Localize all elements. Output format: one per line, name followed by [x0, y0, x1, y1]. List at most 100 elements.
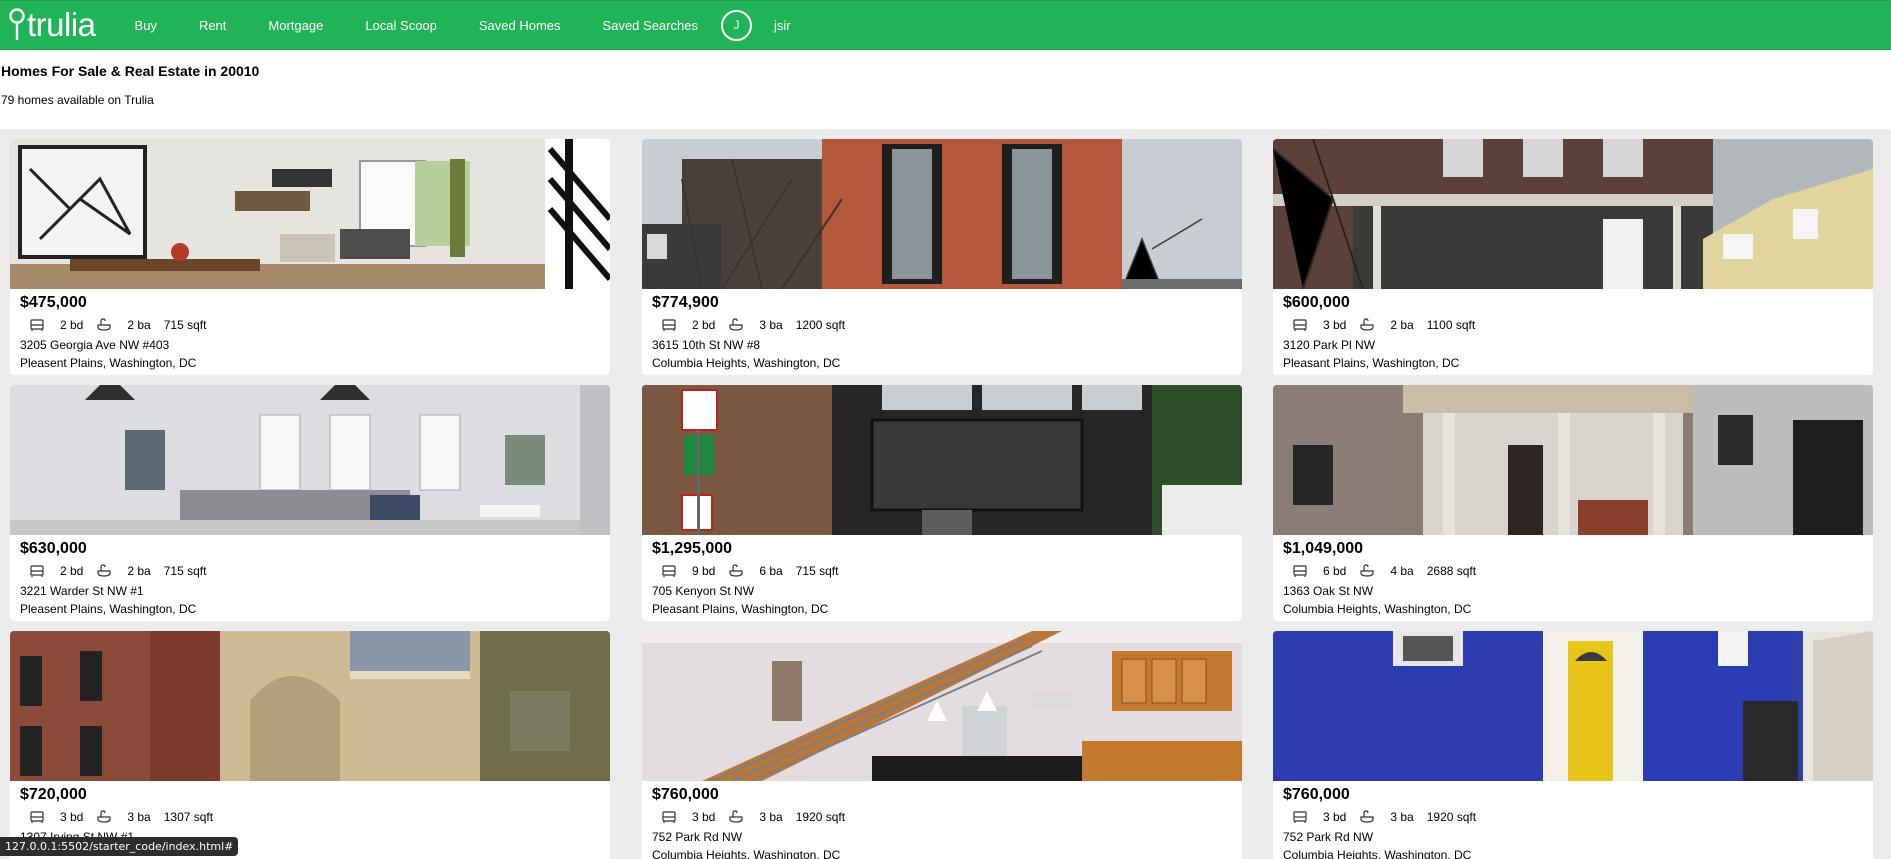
listing-price: $774,900	[652, 294, 719, 311]
listing-price: $1,295,000	[652, 540, 733, 557]
listing-price: $720,000	[20, 786, 87, 803]
bath-icon	[97, 810, 111, 823]
listing-locality: Columbia Heights, Washington, DC	[652, 356, 841, 370]
listing-specs: 6 bd 4 ba 2688 sqft	[1292, 563, 1489, 579]
listing-photo[interactable]	[642, 139, 1242, 289]
baths: 3 ba	[759, 810, 783, 824]
bed-icon	[1293, 811, 1307, 823]
listing-price: $600,000	[1283, 294, 1350, 311]
bath-icon	[1360, 318, 1374, 331]
user-avatar[interactable]: J	[720, 9, 752, 41]
location-pin-icon	[9, 8, 25, 40]
listing-street[interactable]: 3120 Park Pl NW	[1283, 338, 1375, 352]
listing-price: $630,000	[20, 540, 87, 557]
nav-mortgage[interactable]: Mortgage	[268, 18, 323, 33]
listing-specs: 2 bd 3 ba 1200 sqft	[661, 317, 858, 333]
baths: 3 ba	[1390, 810, 1414, 824]
listing-street[interactable]: 752 Park Rd NW	[652, 830, 742, 844]
results-header: Homes For Sale & Real Estate in 20010 79…	[0, 51, 1891, 128]
baths: 2 ba	[127, 318, 151, 332]
listing-specs: 2 bd 2 ba 715 sqft	[29, 563, 219, 579]
listing-photo[interactable]	[642, 385, 1242, 535]
username-link[interactable]: jsir	[774, 18, 791, 33]
beds: 6 bd	[1323, 564, 1347, 578]
listing-price: $475,000	[20, 294, 87, 311]
beds: 2 bd	[692, 318, 716, 332]
listing-photo[interactable]	[642, 631, 1242, 781]
listing-locality: Columbia Heights, Washington, DC	[1283, 602, 1472, 616]
listing-street[interactable]: 3615 10th St NW #8	[652, 338, 760, 352]
listing-specs: 2 bd 2 ba 715 sqft	[29, 317, 219, 333]
bed-icon	[1293, 565, 1307, 577]
sqft: 1920 sqft	[1426, 810, 1477, 824]
browser-status-url: 127.0.0.1:5502/starter_code/index.html#	[0, 837, 239, 856]
listing-specs: 3 bd 2 ba 1100 sqft	[1292, 317, 1488, 333]
bed-icon	[662, 319, 676, 331]
listing-card[interactable]: $1,049,000 6 bd 4 ba 2688 sqft 1363 Oak …	[1273, 385, 1873, 621]
listing-street[interactable]: 3205 Georgia Ave NW #403	[20, 338, 169, 352]
listing-street[interactable]: 752 Park Rd NW	[1283, 830, 1373, 844]
listing-locality: Pleasent Plains, Washington, DC	[20, 356, 197, 370]
baths: 2 ba	[127, 564, 151, 578]
listing-locality: Columbia Heights, Washington, DC	[652, 848, 841, 859]
listing-card[interactable]: $760,000 3 bd 3 ba 1920 sqft 752 Park Rd…	[1273, 631, 1873, 859]
listing-locality: Pleasant Plains, Washington, DC	[1283, 356, 1460, 370]
trulia-logo[interactable]: trulia	[8, 0, 96, 50]
nav-buy[interactable]: Buy	[135, 18, 157, 33]
listing-card[interactable]: $720,000 3 bd 3 ba 1307 sqft 1307 Irving…	[10, 631, 610, 859]
baths: 2 ba	[1390, 318, 1414, 332]
listing-photo[interactable]	[10, 139, 610, 289]
nav-saved-searches[interactable]: Saved Searches	[603, 18, 698, 33]
beds: 2 bd	[60, 318, 84, 332]
listing-photo[interactable]	[1273, 631, 1873, 781]
sqft: 715 sqft	[163, 564, 207, 578]
listing-photo[interactable]	[10, 385, 610, 535]
listing-locality: Pleasant Plains, Washington, DC	[652, 602, 829, 616]
listing-street[interactable]: 705 Kenyon St NW	[652, 584, 754, 598]
baths: 6 ba	[759, 564, 783, 578]
listing-card[interactable]: $630,000 2 bd 2 ba 715 sqft 3221 Warder …	[10, 385, 610, 621]
beds: 3 bd	[692, 810, 716, 824]
beds: 3 bd	[1323, 318, 1347, 332]
listing-price: $760,000	[1283, 786, 1350, 803]
listing-locality: Columbia Heights, Washington, DC	[1283, 848, 1472, 859]
sqft: 1307 sqft	[163, 810, 214, 824]
beds: 2 bd	[60, 564, 84, 578]
listing-photo[interactable]	[10, 631, 610, 781]
bed-icon	[30, 811, 44, 823]
listing-card[interactable]: $600,000 3 bd 2 ba 1100 sqft 3120 Park P…	[1273, 139, 1873, 375]
listing-street[interactable]: 3221 Warder St NW #1	[20, 584, 144, 598]
listing-card[interactable]: $760,000 3 bd 3 ba 1920 sqft 752 Park Rd…	[642, 631, 1242, 859]
baths: 3 ba	[759, 318, 783, 332]
listing-photo[interactable]	[1273, 385, 1873, 535]
nav-local-scoop[interactable]: Local Scoop	[365, 18, 437, 33]
listing-specs: 3 bd 3 ba 1920 sqft	[1292, 809, 1489, 825]
listing-card[interactable]: $475,000 2 bd 2 ba 715 sqft 3205 Georgia…	[10, 139, 610, 375]
listing-card[interactable]: $774,900 2 bd 3 ba 1200 sqft 3615 10th S…	[642, 139, 1242, 375]
nav-saved-homes[interactable]: Saved Homes	[479, 18, 561, 33]
bath-icon	[1360, 810, 1374, 823]
bed-icon	[30, 565, 44, 577]
bed-icon	[1293, 319, 1307, 331]
listing-street[interactable]: 1363 Oak St NW	[1283, 584, 1373, 598]
beds: 9 bd	[692, 564, 716, 578]
nav-rent[interactable]: Rent	[199, 18, 226, 33]
sqft: 715 sqft	[795, 564, 839, 578]
listing-grid: $475,000 2 bd 2 ba 715 sqft 3205 Georgia…	[0, 129, 1891, 859]
bath-icon	[97, 318, 111, 331]
listing-price: $1,049,000	[1283, 540, 1364, 557]
listing-photo[interactable]	[1273, 139, 1873, 289]
listing-specs: 3 bd 3 ba 1307 sqft	[29, 809, 226, 825]
beds: 3 bd	[1323, 810, 1347, 824]
top-navigation: trulia Buy Rent Mortgage Local Scoop Sav…	[0, 0, 1891, 50]
sqft: 2688 sqft	[1426, 564, 1477, 578]
beds: 3 bd	[60, 810, 84, 824]
bed-icon	[30, 319, 44, 331]
listing-card[interactable]: $1,295,000 9 bd 6 ba 715 sqft 705 Kenyon…	[642, 385, 1242, 621]
listing-locality: Pleasent Plains, Washington, DC	[20, 602, 197, 616]
baths: 3 ba	[127, 810, 151, 824]
sqft: 1200 sqft	[795, 318, 846, 332]
page-title: Homes For Sale & Real Estate in 20010	[1, 63, 260, 79]
bath-icon	[97, 564, 111, 577]
bath-icon	[729, 810, 743, 823]
